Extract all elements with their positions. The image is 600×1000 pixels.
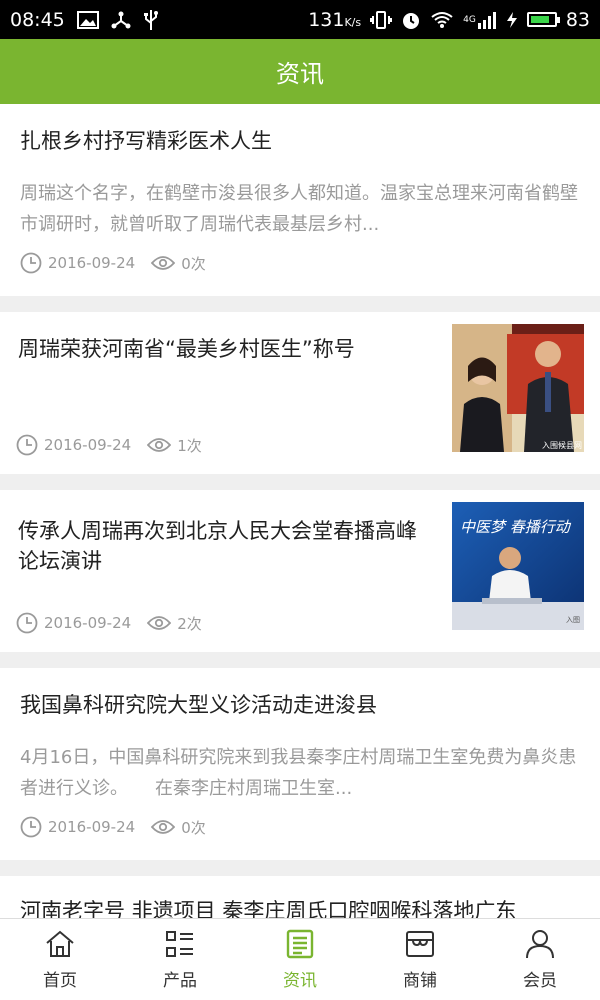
eye-icon (151, 818, 176, 836)
nav-products[interactable]: 产品 (120, 919, 240, 1000)
nav-label: 首页 (43, 971, 77, 991)
article-summary: 周瑞这个名字，在鹤壁市浚县很多人都知道。温家宝总理来河南省鹤壁市调研时，就曾听取… (20, 183, 578, 235)
nav-label: 商铺 (403, 971, 437, 991)
gallery-icon (76, 10, 99, 29)
eye-icon (147, 614, 172, 632)
clock: 08:45 (10, 8, 65, 31)
list-item[interactable]: 河南老字号 非遗项目 秦李庄周氏口腔咽喉科落地广东 (0, 876, 600, 918)
nav-member[interactable]: 会员 (480, 919, 600, 1000)
article-thumbnail[interactable]: 中医梦 春播行动 入图 (452, 502, 584, 630)
article-list[interactable]: 扎根乡村抒写精彩医术人生 周瑞这个名字，在鹤壁市浚县很多人都知道。温家宝总理来河… (0, 104, 600, 918)
thumbnail-watermark: 入围候县网 (542, 441, 582, 450)
thumbnail-watermark: 入图 (566, 616, 580, 624)
clock-icon (16, 612, 38, 634)
alarm-icon (401, 10, 421, 30)
usb-icon (143, 9, 159, 31)
shop-icon (406, 931, 434, 957)
eye-icon (151, 254, 176, 272)
article-title: 扎根乡村抒写精彩医术人生 (20, 129, 272, 153)
article-title: 传承人周瑞再次到北京人民大会堂春播高峰论坛演讲 (18, 519, 417, 573)
article-views: 2次 (177, 614, 202, 633)
article-views: 1次 (177, 436, 202, 455)
list-item[interactable]: 扎根乡村抒写精彩医术人生 周瑞这个名字，在鹤壁市浚县很多人都知道。温家宝总理来河… (0, 104, 600, 296)
nav-label: 会员 (523, 971, 557, 991)
article-views: 0次 (181, 818, 206, 837)
article-date: 2016-09-24 (44, 614, 132, 632)
clock-icon (16, 434, 38, 456)
battery-level: 83 (565, 8, 590, 31)
wifi-icon (430, 11, 454, 29)
charging-icon (506, 11, 518, 29)
thumbnail-banner: 中医梦 春播行动 (460, 518, 572, 536)
article-date: 2016-09-24 (48, 818, 136, 836)
page-title: 资讯 (276, 60, 324, 88)
clock-icon (20, 816, 42, 838)
article-views: 0次 (181, 254, 206, 273)
article-title: 我国鼻科研究院大型义诊活动走进浚县 (20, 693, 377, 717)
nav-news[interactable]: 资讯 (240, 919, 360, 1000)
share-icon (111, 10, 131, 30)
nav-shop[interactable]: 商铺 (360, 919, 480, 1000)
status-bar: 08:45 131K/s 4G 83 (0, 0, 600, 39)
clock-icon (20, 252, 42, 274)
news-icon (286, 929, 314, 959)
vibrate-icon (370, 10, 393, 29)
article-title: 河南老字号 非遗项目 秦李庄周氏口腔咽喉科落地广东 (20, 899, 517, 918)
article-date: 2016-09-24 (44, 436, 132, 454)
eye-icon (147, 436, 172, 454)
bottom-nav: 首页 产品 资讯 商铺 会员 (0, 918, 600, 1000)
nav-label: 产品 (163, 971, 197, 991)
article-title: 周瑞荣获河南省“最美乡村医生”称号 (18, 337, 355, 361)
grid-list-icon (166, 931, 193, 957)
battery-icon (526, 12, 560, 27)
home-icon (46, 930, 74, 957)
list-item[interactable]: 我国鼻科研究院大型义诊活动走进浚县 4月16日，中国鼻科研究院来到我县秦李庄村周… (0, 668, 600, 860)
user-icon (526, 930, 554, 959)
list-item[interactable]: 传承人周瑞再次到北京人民大会堂春播高峰论坛演讲 2016-09-24 2次 中医… (0, 490, 600, 652)
article-thumbnail[interactable]: 入围候县网 (452, 324, 584, 452)
article-date: 2016-09-24 (48, 254, 136, 272)
title-bar: 资讯 (0, 39, 600, 104)
nav-label: 资讯 (283, 971, 317, 991)
article-summary: 4月16日，中国鼻科研究院来到我县秦李庄村周瑞卫生室免费为鼻炎患者进行义诊。 在… (20, 747, 577, 799)
net-speed: 131K/s (308, 8, 362, 31)
nav-home[interactable]: 首页 (0, 919, 120, 1000)
list-item[interactable]: 周瑞荣获河南省“最美乡村医生”称号 2016-09-24 1次 入围候县网 (0, 312, 600, 474)
signal-icon: 4G (463, 11, 497, 29)
